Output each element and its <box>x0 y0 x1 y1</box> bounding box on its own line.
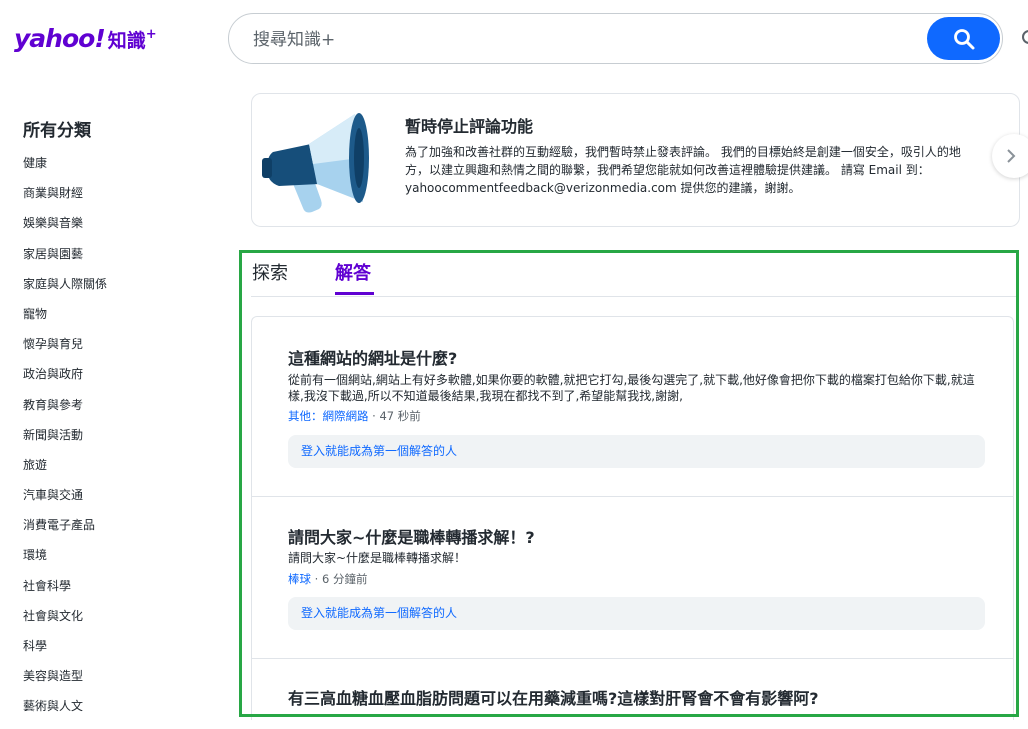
logo-plus-text: + <box>145 27 157 42</box>
sidebar-item-science[interactable]: 科學 <box>23 638 223 668</box>
sidebar-item-society-culture[interactable]: 社會與文化 <box>23 608 223 638</box>
tab-answer[interactable]: 解答 <box>335 259 371 285</box>
logo-yahoo-text: yahoo! <box>14 24 106 53</box>
sidebar-title: 所有分類 <box>23 121 91 141</box>
megaphone-icon <box>262 113 369 213</box>
sidebar-item-news[interactable]: 新聞與活動 <box>23 427 223 457</box>
sidebar-item-entertainment[interactable]: 娛樂與音樂 <box>23 215 223 245</box>
search-input[interactable] <box>251 25 935 55</box>
notice-card: 暫時停止評論功能 為了加強和改善社群的互動經驗，我們暫時禁止發表評論。 我們的目… <box>251 93 1020 227</box>
category-sidebar: 所有分類 健康 商業與財經 娛樂與音樂 家居與園藝 家庭與人際關係 寵物 懷孕與… <box>23 116 223 729</box>
notice-body: 為了加強和改善社群的互動經驗，我們暫時禁止發表評論。 我們的目標始終是創建一個安… <box>405 145 961 195</box>
sidebar-item-politics[interactable]: 政治與政府 <box>23 366 223 396</box>
meta-separator: · <box>314 572 322 586</box>
carousel-next-button[interactable] <box>992 134 1028 178</box>
question-title[interactable]: 這種網站的網址是什麼? <box>288 345 457 369</box>
notice-title: 暫時停止評論功能 <box>405 117 534 136</box>
sidebar-item-home-garden[interactable]: 家居與園藝 <box>23 246 223 276</box>
question-feed: 這種網站的網址是什麼? 從前有一個網站,網站上有好多軟體,如果你要的軟體,就把它… <box>251 316 1014 720</box>
question-body: 從前有一個網站,網站上有好多軟體,如果你要的軟體,就把它打勾,最後勾選完了,就下… <box>288 373 975 403</box>
sidebar-item-health[interactable]: 健康 <box>23 155 223 185</box>
sidebar-item-business[interactable]: 商業與財經 <box>23 185 223 215</box>
yahoo-answers-logo[interactable]: yahoo! 知識 + <box>14 24 157 60</box>
search-bar <box>228 13 1003 64</box>
sidebar-item-social-science[interactable]: 社會科學 <box>23 578 223 608</box>
sidebar-item-pregnancy[interactable]: 懷孕與育兒 <box>23 336 223 366</box>
question-time: 6 分鐘前 <box>321 572 368 586</box>
chevron-right-icon <box>1007 149 1016 163</box>
question-title[interactable]: 有三高血糖血壓血脂肪問題可以在用藥減重嗎?這樣對肝腎會不會有影響阿? <box>288 685 819 709</box>
sidebar-item-education[interactable]: 教育與參考 <box>23 397 223 427</box>
answer-prompt-button[interactable]: 登入就能成為第一個解答的人 <box>288 435 985 468</box>
tab-explore[interactable]: 探索 <box>252 259 288 285</box>
sidebar-item-family[interactable]: 家庭與人際關係 <box>23 276 223 306</box>
profile-icon[interactable] <box>1022 30 1028 44</box>
sidebar-item-pets[interactable]: 寵物 <box>23 306 223 336</box>
question-title[interactable]: 請問大家~什麼是職棒轉播求解！? <box>288 524 535 548</box>
question-item: 這種網站的網址是什麼? 從前有一個網站,網站上有好多軟體,如果你要的軟體,就把它… <box>252 317 1013 497</box>
sidebar-item-beauty[interactable]: 美容與造型 <box>23 668 223 698</box>
question-body: 請問大家~什麼是職棒轉播求解！ <box>288 551 467 565</box>
question-category-link[interactable]: 其他：網際網路 <box>288 409 369 423</box>
sidebar-item-cars[interactable]: 汽車與交通 <box>23 487 223 517</box>
sidebar-item-electronics[interactable]: 消費電子產品 <box>23 517 223 547</box>
answer-prompt-button[interactable]: 登入就能成為第一個解答的人 <box>288 597 985 630</box>
search-button[interactable] <box>927 17 1000 60</box>
sidebar-item-environment[interactable]: 環境 <box>23 547 223 577</box>
question-category-link[interactable]: 棒球 <box>288 572 311 586</box>
question-meta: 棒球 · 6 分鐘前 <box>288 571 367 587</box>
feed-tabs: 探索 解答 <box>251 258 1016 297</box>
logo-product-text: 知識 <box>107 30 146 52</box>
question-item: 有三高血糖血壓血脂肪問題可以在用藥減重嗎?這樣對肝腎會不會有影響阿? <box>252 659 1013 720</box>
active-tab-indicator <box>335 292 374 295</box>
question-meta: 其他：網際網路 · 47 秒前 <box>288 408 421 424</box>
question-time: 47 秒前 <box>379 409 421 423</box>
sidebar-item-travel[interactable]: 旅遊 <box>23 457 223 487</box>
search-icon <box>953 28 974 49</box>
question-item: 請問大家~什麼是職棒轉播求解！? 請問大家~什麼是職棒轉播求解！ 棒球 · 6 … <box>252 497 1013 659</box>
sidebar-item-arts[interactable]: 藝術與人文 <box>23 698 223 728</box>
